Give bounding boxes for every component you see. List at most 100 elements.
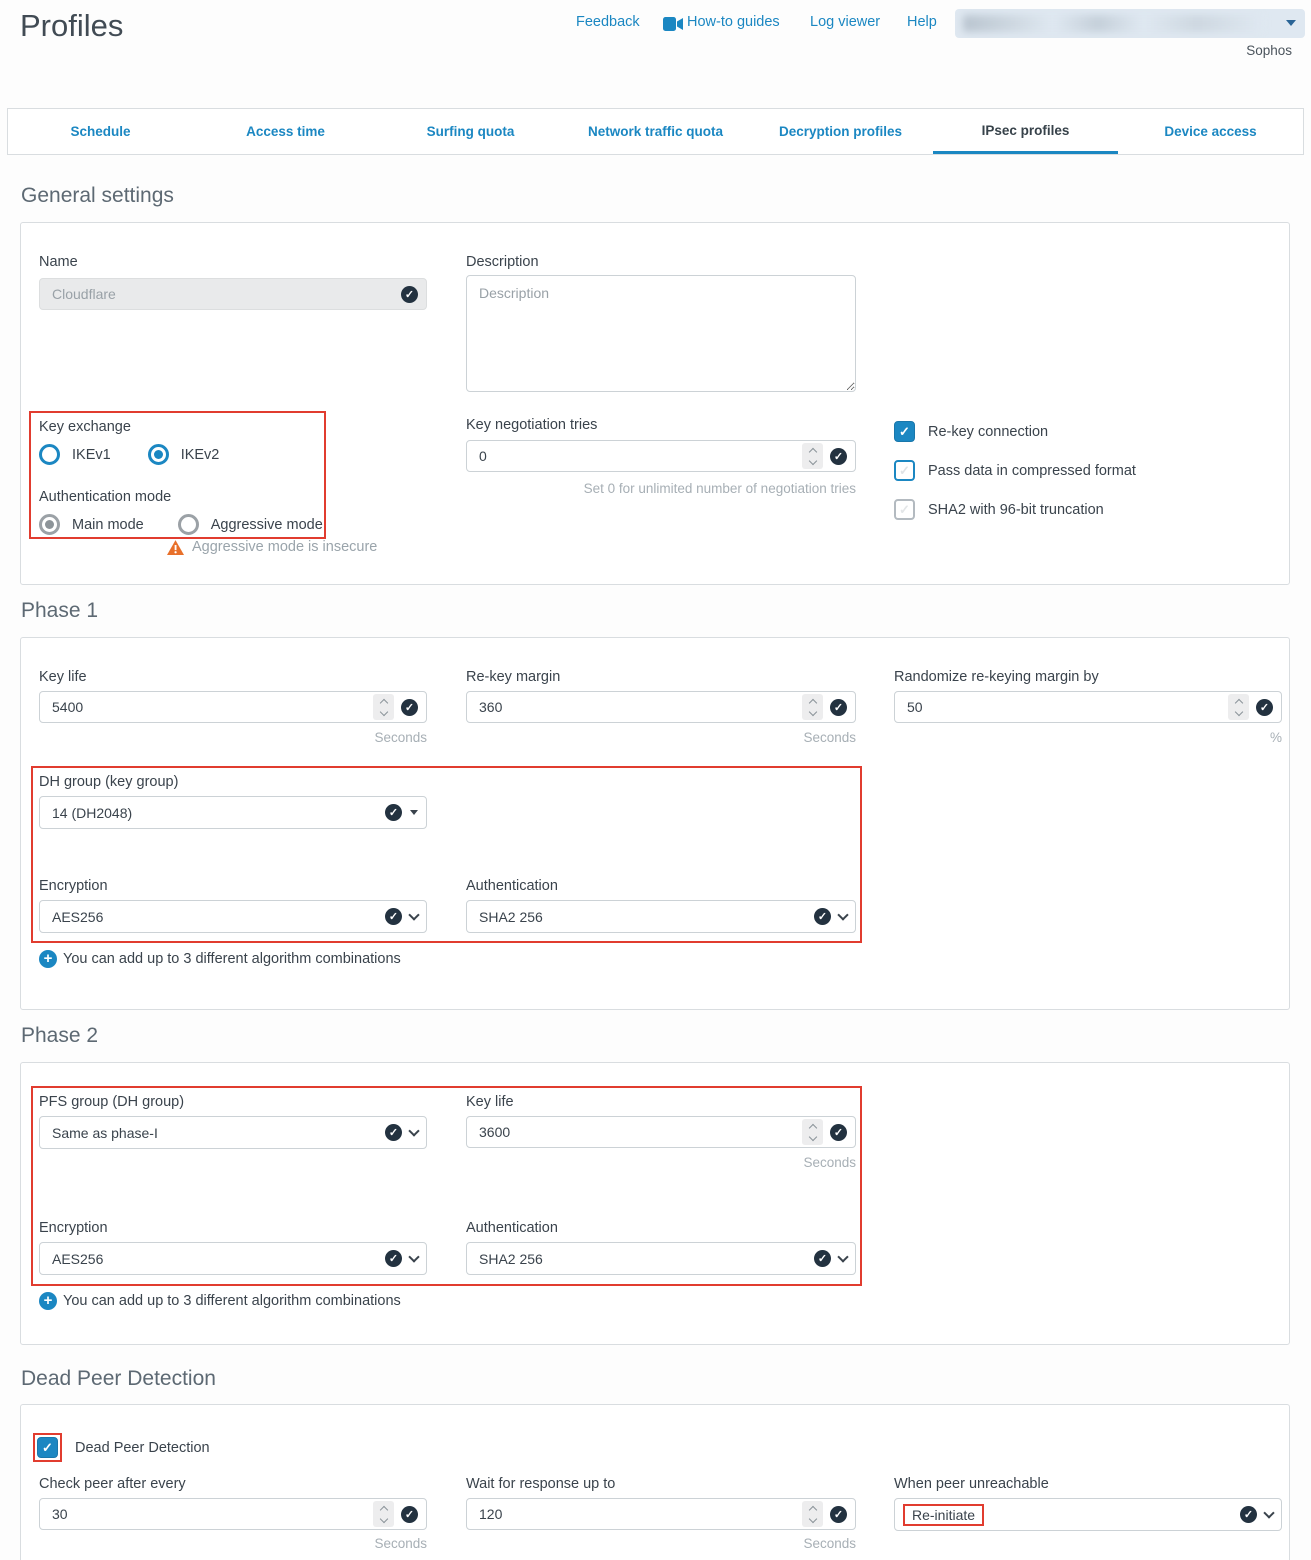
wait-response-field: ✓	[466, 1498, 856, 1530]
name-field: Cloudflare ✓	[39, 278, 427, 310]
chevron-down-icon	[837, 909, 848, 920]
chevron-down-icon	[408, 1251, 419, 1262]
rekey-connection-checkbox[interactable]: ✓	[894, 421, 915, 442]
tab-decryption-profiles[interactable]: Decryption profiles	[748, 109, 933, 154]
aggressive-mode-radio[interactable]	[178, 514, 199, 535]
rekey-margin-field: ✓	[466, 691, 856, 723]
dpd-enable-label: Dead Peer Detection	[75, 1440, 210, 1456]
key-negotiation-tries-label: Key negotiation tries	[466, 417, 597, 433]
log-viewer-link[interactable]: Log viewer	[810, 14, 880, 30]
phase2-key-life-input[interactable]	[479, 1124, 802, 1140]
tab-ipsec-profiles[interactable]: IPsec profiles	[933, 109, 1118, 154]
highlight-dpd-checkbox-redbox: ✓	[33, 1433, 62, 1462]
tab-surfing-quota[interactable]: Surfing quota	[378, 109, 563, 154]
ikev2-radio[interactable]	[148, 444, 169, 465]
number-stepper[interactable]	[373, 694, 394, 720]
number-stepper[interactable]	[802, 694, 823, 720]
chevron-down-icon	[837, 1251, 848, 1262]
description-label: Description	[466, 254, 539, 270]
chevron-down-icon	[408, 1125, 419, 1136]
name-value: Cloudflare	[52, 286, 401, 302]
phase2-encryption-select[interactable]: AES256 ✓	[39, 1242, 427, 1275]
tab-network-traffic-quota[interactable]: Network traffic quota	[563, 109, 748, 154]
ikev1-label: IKEv1	[72, 447, 111, 463]
key-negotiation-help-text: Set 0 for unlimited number of negotiatio…	[466, 481, 856, 496]
phase1-authentication-label: Authentication	[466, 878, 558, 894]
sha2-truncation-checkbox[interactable]: ✓	[894, 499, 915, 520]
phase1-key-life-field: ✓	[39, 691, 427, 723]
add-combination-icon[interactable]: +	[39, 1292, 57, 1310]
wait-response-input[interactable]	[479, 1506, 802, 1522]
page-title: Profiles	[20, 8, 123, 44]
tab-device-access[interactable]: Device access	[1118, 109, 1303, 154]
description-field[interactable]	[466, 275, 856, 392]
number-stepper[interactable]	[1228, 694, 1249, 720]
warning-triangle-icon	[167, 540, 184, 555]
compressed-format-label: Pass data in compressed format	[928, 463, 1136, 479]
seconds-unit: Seconds	[466, 1155, 856, 1170]
pfs-group-select[interactable]: Same as phase-I ✓	[39, 1116, 427, 1149]
key-negotiation-tries-field: ✓	[466, 440, 856, 472]
video-camera-icon	[663, 17, 683, 36]
randomize-margin-input[interactable]	[907, 699, 1228, 715]
phase1-authentication-value: SHA2 256	[479, 909, 814, 925]
check-peer-label: Check peer after every	[39, 1476, 186, 1492]
check-peer-input[interactable]	[52, 1506, 373, 1522]
ikev1-radio[interactable]	[39, 444, 60, 465]
phase2-key-life-field: ✓	[466, 1116, 856, 1148]
feedback-link[interactable]: Feedback	[576, 14, 640, 30]
number-stepper[interactable]	[802, 1119, 823, 1145]
phase1-authentication-select[interactable]: SHA2 256 ✓	[466, 900, 856, 933]
user-account-dropdown[interactable]	[955, 9, 1305, 38]
phase2-encryption-value: AES256	[52, 1251, 385, 1267]
aggressive-warning-text: Aggressive mode is insecure	[192, 539, 377, 555]
seconds-unit: Seconds	[39, 1536, 427, 1551]
peer-unreachable-value: Re-initiate	[912, 1507, 975, 1523]
name-label: Name	[39, 254, 78, 270]
number-stepper[interactable]	[373, 1501, 394, 1527]
valid-check-badge-icon: ✓	[830, 1124, 847, 1141]
tab-schedule[interactable]: Schedule	[8, 109, 193, 154]
pfs-group-value: Same as phase-I	[52, 1125, 385, 1141]
dh-group-select[interactable]: 14 (DH2048) ✓	[39, 796, 427, 829]
valid-check-badge-icon: ✓	[385, 1124, 402, 1141]
key-exchange-label: Key exchange	[39, 419, 131, 435]
rekey-margin-input[interactable]	[479, 699, 802, 715]
percent-unit: %	[894, 730, 1282, 745]
dpd-enable-checkbox[interactable]: ✓	[37, 1437, 58, 1458]
randomize-margin-field: ✓	[894, 691, 1282, 723]
valid-check-badge-icon: ✓	[830, 448, 847, 465]
check-peer-field: ✓	[39, 1498, 427, 1530]
general-settings-panel: Name Cloudflare ✓ Description Key exchan…	[20, 222, 1290, 585]
tab-access-time[interactable]: Access time	[193, 109, 378, 154]
compressed-format-checkbox[interactable]: ✓	[894, 460, 915, 481]
phase1-encryption-select[interactable]: AES256 ✓	[39, 900, 427, 933]
phase1-key-life-input[interactable]	[52, 699, 373, 715]
peer-unreachable-select[interactable]: Re-initiate ✓	[894, 1498, 1282, 1531]
ipsec-profiles-page: Profiles Feedback How-to guides Log view…	[0, 0, 1311, 1560]
chevron-down-icon	[408, 909, 419, 920]
number-stepper[interactable]	[802, 1501, 823, 1527]
phase2-key-life-label: Key life	[466, 1094, 514, 1110]
howto-guides-link[interactable]: How-to guides	[687, 14, 780, 30]
number-stepper[interactable]	[802, 443, 823, 469]
phase2-authentication-select[interactable]: SHA2 256 ✓	[466, 1242, 856, 1275]
valid-check-badge-icon: ✓	[385, 1250, 402, 1267]
rekey-connection-label: Re-key connection	[928, 424, 1048, 440]
blurred-account-name	[963, 15, 1263, 32]
key-negotiation-tries-input[interactable]	[479, 448, 802, 464]
dpd-heading: Dead Peer Detection	[21, 1367, 216, 1391]
phase1-encryption-value: AES256	[52, 909, 385, 925]
pfs-group-label: PFS group (DH group)	[39, 1094, 184, 1110]
main-mode-radio[interactable]	[39, 514, 60, 535]
phase2-encryption-label: Encryption	[39, 1220, 108, 1236]
chevron-down-icon	[1263, 1507, 1274, 1518]
valid-check-badge-icon: ✓	[385, 908, 402, 925]
phase2-add-note: You can add up to 3 different algorithm …	[63, 1293, 401, 1309]
highlight-reinitiate-redbox: Re-initiate	[903, 1504, 984, 1526]
randomize-margin-label: Randomize re-keying margin by	[894, 669, 1099, 685]
add-combination-icon[interactable]: +	[39, 950, 57, 968]
ikev2-label: IKEv2	[181, 447, 220, 463]
help-link[interactable]: Help	[907, 14, 937, 30]
phase1-panel: Key life ✓ Seconds Re-key margin ✓ Secon…	[20, 637, 1290, 1010]
